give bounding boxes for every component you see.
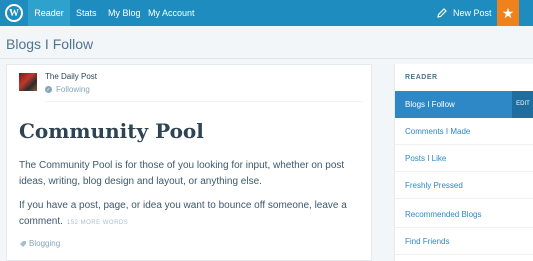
post-title-link[interactable]: Community Pool xyxy=(19,119,204,143)
post-tag[interactable]: Blogging xyxy=(19,239,60,248)
sidebar-item-comments-i-made[interactable]: Comments I Made xyxy=(395,118,533,145)
sidebar-heading: READER xyxy=(405,74,438,81)
sidebar-item-blogs-i-follow[interactable]: Blogs I Follow EDIT xyxy=(395,91,533,118)
sidebar-item-label: Recommended Blogs xyxy=(405,210,482,219)
blog-avatar[interactable] xyxy=(19,73,37,91)
header-divider xyxy=(0,58,533,59)
tag-icon xyxy=(20,240,26,247)
sidebar-item-label: Blogs I Follow xyxy=(405,100,455,109)
card-divider xyxy=(45,101,363,102)
edit-button[interactable]: EDIT xyxy=(512,91,533,118)
sidebar-item-label: Freshly Pressed xyxy=(405,181,463,190)
following-label: Following xyxy=(56,85,90,94)
nav-my-blog[interactable]: My Blog xyxy=(108,0,141,26)
sidebar-item-find-friends[interactable]: Find Friends xyxy=(395,228,533,255)
new-post-button[interactable]: New Post xyxy=(436,0,492,26)
top-navigation-bar: W Reader Stats My Blog My Account New Po… xyxy=(0,0,533,26)
blog-name-link[interactable]: The Daily Post xyxy=(45,72,97,81)
reader-sidebar: READER Blogs I Follow EDIT Comments I Ma… xyxy=(394,64,533,261)
post-excerpt-paragraph-2: If you have a post, page, or idea you wa… xyxy=(19,198,364,231)
nav-stats[interactable]: Stats xyxy=(76,0,97,26)
post-excerpt-paragraph: The Community Pool is for those of you l… xyxy=(19,160,345,187)
following-status[interactable]: ✓ Following xyxy=(45,85,90,94)
star-icon: ★ xyxy=(501,4,515,21)
new-post-label: New Post xyxy=(453,8,492,18)
pencil-icon xyxy=(437,8,447,18)
post-card: The Daily Post ✓ Following Community Poo… xyxy=(6,64,372,261)
nav-reader[interactable]: Reader xyxy=(28,0,70,26)
page-title: Blogs I Follow xyxy=(6,36,94,52)
wordpress-logo-icon[interactable]: W xyxy=(0,0,28,26)
sidebar-item-freshly-pressed[interactable]: Freshly Pressed xyxy=(395,172,533,199)
nav-my-account[interactable]: My Account xyxy=(148,0,195,26)
tag-label: Blogging xyxy=(29,239,61,248)
sidebar-item-label: Find Friends xyxy=(405,237,450,246)
sidebar-item-posts-i-like[interactable]: Posts I Like xyxy=(395,145,533,172)
more-words-link[interactable]: 152 MORE WORDS xyxy=(67,220,128,226)
check-icon: ✓ xyxy=(45,86,52,93)
sidebar-item-label: Posts I Like xyxy=(405,154,447,163)
sidebar-item-recommended-blogs[interactable]: Recommended Blogs xyxy=(395,201,533,228)
sidebar-item-label: Comments I Made xyxy=(405,127,471,136)
notifications-button[interactable]: ★ xyxy=(497,0,519,26)
